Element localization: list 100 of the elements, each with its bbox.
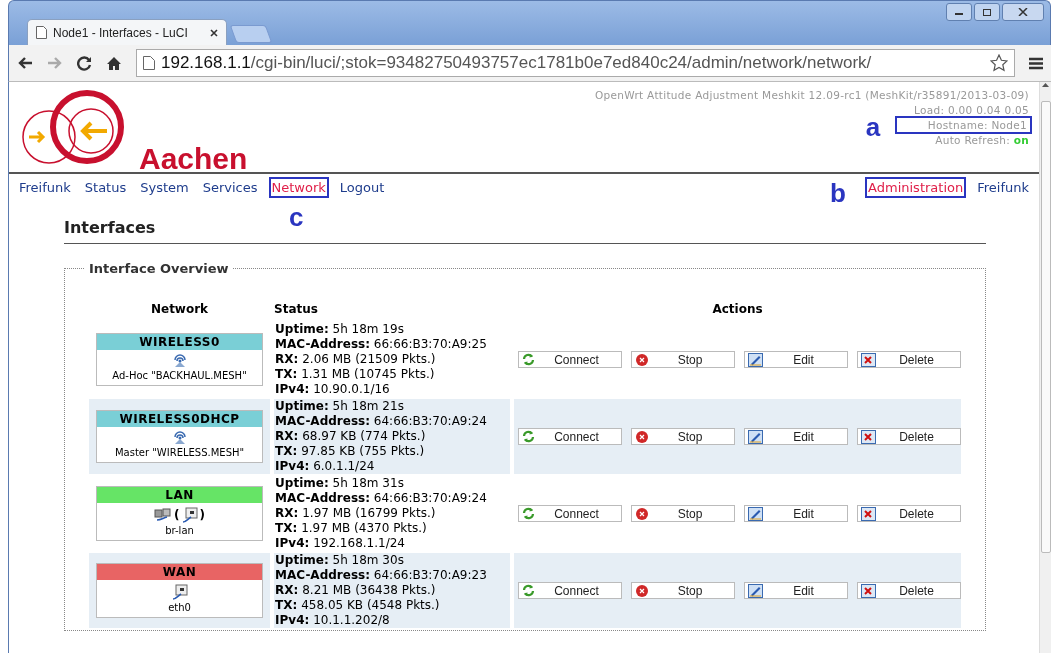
status-line: IPv4: 10.90.0.1/16 — [275, 382, 391, 397]
device-text: Ad-Hoc "BACKHAUL.MESH" — [111, 369, 248, 383]
stop-button[interactable]: Stop — [631, 428, 735, 445]
status-line: MAC-Address: 66:66:B3:70:A9:25 — [275, 337, 488, 352]
status-line: RX: 2.06 MB (21509 Pkts.) — [275, 352, 437, 367]
delete-icon — [861, 506, 876, 521]
close-icon — [1018, 8, 1028, 16]
url-text: 192.168.1.1/cgi-bin/luci/;stok=93482750493757ec1781b0e7ed840c24/admin/network/network/ — [161, 53, 872, 73]
close-icon[interactable] — [210, 28, 218, 37]
menu-link[interactable]: Services — [202, 180, 258, 195]
connect-button[interactable]: Connect — [518, 351, 622, 368]
close-button[interactable] — [1002, 3, 1044, 21]
annotation-label: c — [288, 204, 304, 230]
column-header: Network — [150, 302, 209, 316]
status-line: Uptime: 5h 18m 19s — [275, 322, 405, 337]
menu-link[interactable]: Freifunk — [977, 180, 1029, 195]
maximize-icon — [982, 8, 992, 16]
maximize-button[interactable] — [974, 3, 1000, 21]
status-line: TX: 97.85 KB (755 Pkts.) — [275, 444, 426, 459]
status-line: TX: 1.97 MB (4370 Pkts.) — [275, 521, 428, 536]
section-legend: Interface Overview — [85, 261, 233, 276]
connect-button[interactable]: Connect — [518, 582, 622, 599]
menu-link[interactable]: Status — [84, 180, 127, 195]
status-line: RX: 1.97 MB (16799 Pkts.) — [275, 506, 437, 521]
browser-tab[interactable]: Node1 - Interfaces - LuCI — [27, 19, 227, 45]
refresh-icon — [522, 584, 535, 597]
status-line: Uptime: 5h 18m 30s — [275, 553, 405, 568]
edit-button[interactable]: Edit — [744, 351, 848, 368]
stop-icon — [635, 506, 649, 521]
network-name: WIRELESS0 — [97, 334, 263, 350]
load-text: Load: 0.00 0.04 0.05 — [913, 103, 1029, 118]
edit-icon — [748, 352, 763, 367]
status-line: IPv4: 6.0.1.1/24 — [275, 459, 376, 474]
home-icon[interactable] — [106, 55, 122, 71]
status-line: RX: 8.21 MB (36438 Pkts.) — [275, 583, 437, 598]
stop-icon — [635, 429, 649, 444]
edit-icon — [748, 429, 763, 444]
edit-button[interactable]: Edit — [744, 505, 848, 522]
column-header: Actions — [712, 302, 763, 316]
address-field[interactable]: 192.168.1.1/cgi-bin/luci/;stok=93482750493757ec1781b0e7ed840c24/admin/network/network/ — [136, 49, 1015, 77]
menu-link[interactable]: Freifunk — [19, 180, 71, 195]
switch-icon — [154, 508, 173, 522]
ethernet-icon — [171, 584, 188, 600]
refresh-icon — [522, 430, 535, 443]
minimize-button[interactable] — [946, 3, 972, 21]
connect-button[interactable]: Connect — [518, 428, 622, 445]
network-name: WAN — [97, 564, 263, 580]
paren-text: ) — [199, 508, 205, 522]
scrollbar-thumb[interactable] — [1040, 101, 1051, 553]
delete-button[interactable]: Delete — [857, 582, 961, 599]
menu-link[interactable]: Administration — [868, 180, 964, 195]
delete-button[interactable]: Delete — [857, 505, 961, 522]
edit-button[interactable]: Edit — [744, 428, 848, 445]
menu-icon[interactable] — [1029, 56, 1043, 70]
release-text: OpenWrt Attitude Adjustment Meshkit 12.09-rc1 (MeshKit/r35891/2013-03-09) — [593, 88, 1029, 103]
annotation-label: b — [830, 180, 846, 206]
star-icon[interactable] — [990, 54, 1008, 72]
refresh-icon — [522, 353, 535, 366]
stop-button[interactable]: Stop — [631, 351, 735, 368]
connect-button[interactable]: Connect — [518, 505, 622, 522]
device-text: eth0 — [167, 601, 192, 615]
network-name: LAN — [97, 487, 263, 503]
site-name: Aachen — [139, 144, 248, 174]
page-icon — [143, 56, 155, 70]
paren-text: ( — [174, 508, 180, 522]
status-line: Uptime: 5h 18m 31s — [275, 476, 405, 491]
status-line: IPv4: 192.168.1.1/24 — [275, 536, 406, 551]
wireless-icon — [172, 354, 187, 368]
menu-link[interactable]: Logout — [339, 180, 385, 195]
edit-icon — [748, 583, 763, 598]
stop-button[interactable]: Stop — [631, 582, 735, 599]
refresh-icon — [522, 507, 535, 520]
status-line: Uptime: 5h 18m 21s — [275, 399, 405, 414]
status-line: MAC-Address: 64:66:B3:70:A9:24 — [275, 491, 488, 506]
delete-button[interactable]: Delete — [857, 428, 961, 445]
status-line: MAC-Address: 64:66:B3:70:A9:23 — [275, 568, 488, 583]
edit-button[interactable]: Edit — [744, 582, 848, 599]
stop-button[interactable]: Stop — [631, 505, 735, 522]
annotation-label: a — [865, 114, 881, 140]
back-icon[interactable] — [17, 56, 33, 70]
status-line: TX: 1.31 MB (10745 Pkts.) — [275, 367, 436, 382]
ethernet-icon — [181, 507, 198, 523]
column-header: Status — [274, 302, 318, 316]
status-line: RX: 68.97 KB (774 Pkts.) — [275, 429, 427, 444]
stop-icon — [635, 352, 649, 367]
hostname-text: Hostname: Node1 — [897, 119, 1029, 131]
device-text: br-lan — [164, 524, 195, 538]
status-line: IPv4: 10.1.1.202/8 — [275, 613, 391, 628]
status-line: TX: 458.05 KB (4548 Pkts.) — [275, 598, 441, 613]
page-icon — [36, 26, 47, 39]
menu-link[interactable]: Network — [271, 180, 326, 195]
wireless-icon — [172, 431, 187, 445]
delete-button[interactable]: Delete — [857, 351, 961, 368]
reload-icon[interactable] — [77, 55, 92, 71]
network-name: WIRELESS0DHCP — [97, 411, 263, 427]
edit-icon — [748, 506, 763, 521]
stop-icon — [635, 583, 649, 598]
delete-icon — [861, 583, 876, 598]
menu-link[interactable]: System — [140, 180, 189, 195]
delete-icon — [861, 352, 876, 367]
